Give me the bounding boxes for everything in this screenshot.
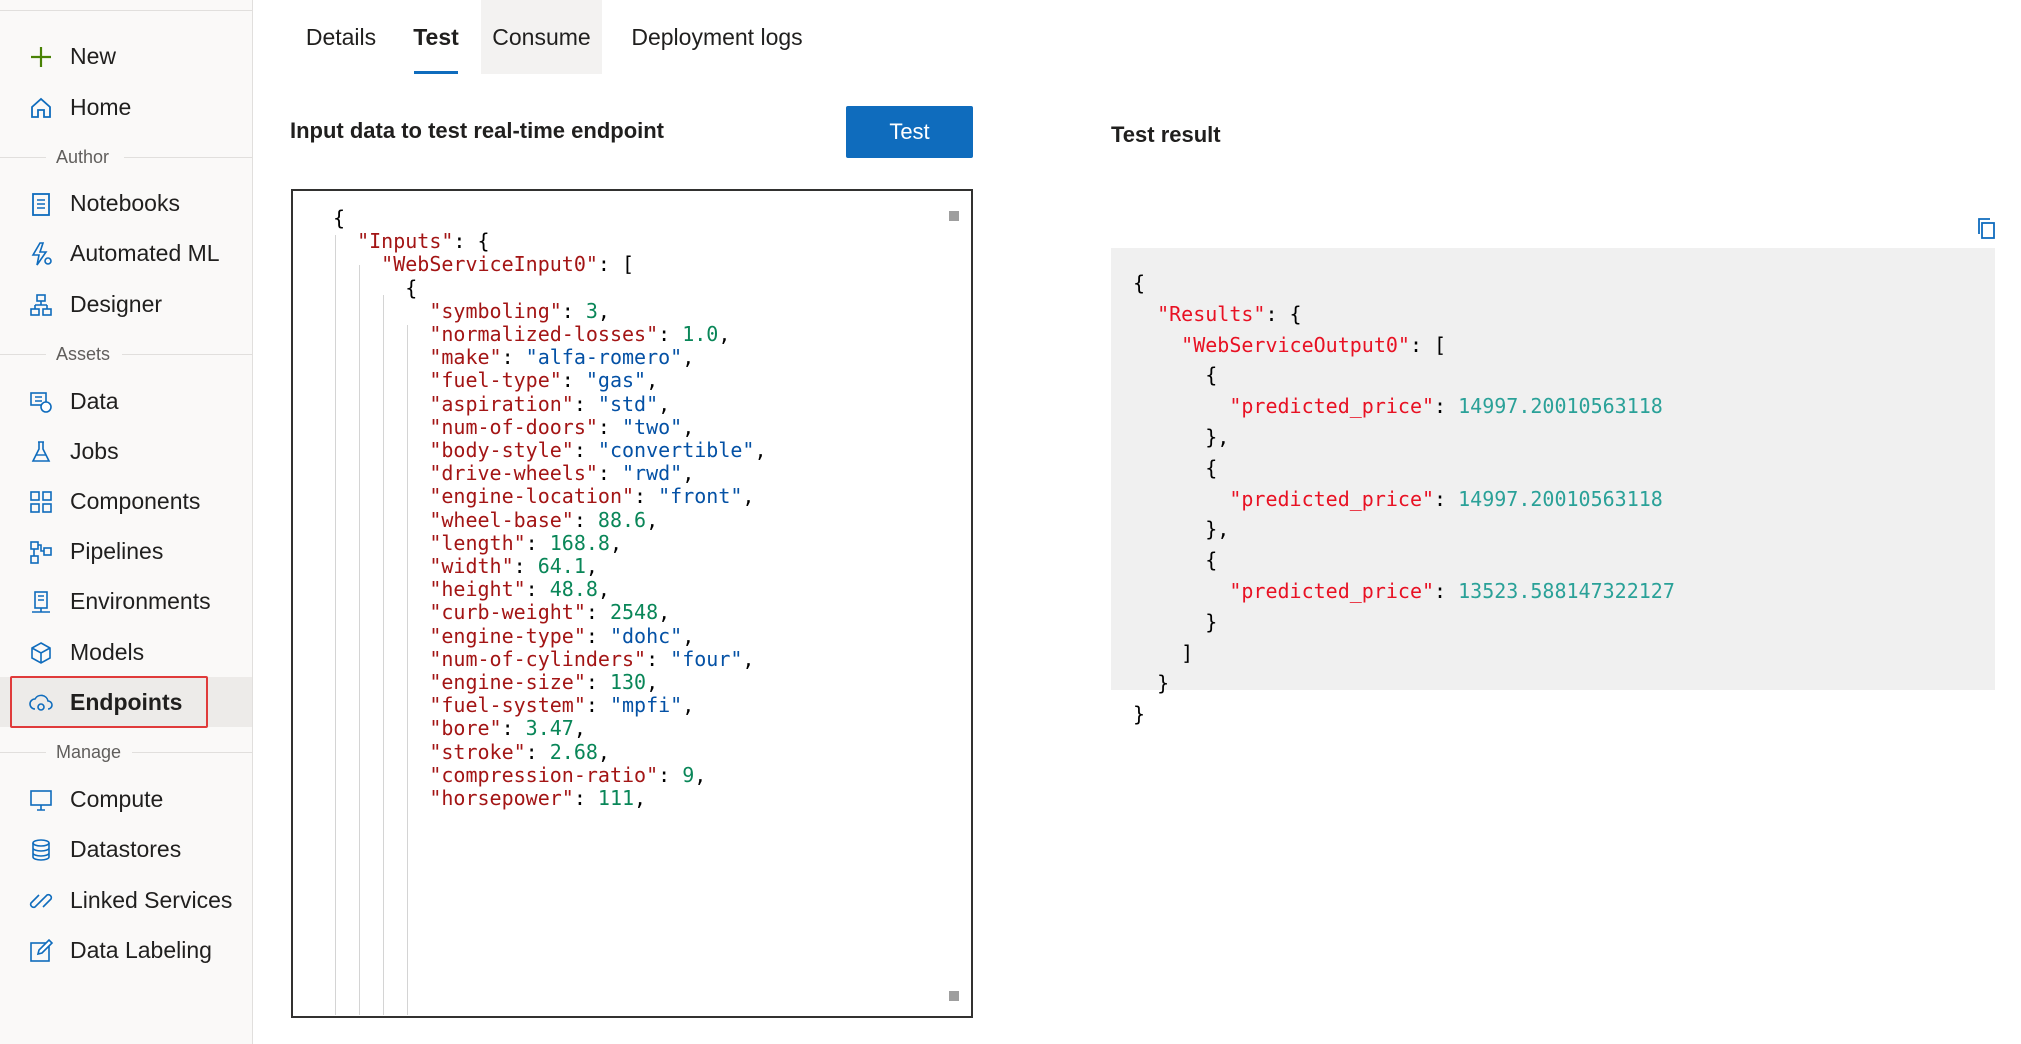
sidebar-top-divider (0, 10, 252, 11)
code-line: { (1205, 363, 1218, 388)
designer-icon (28, 292, 54, 318)
tab-test[interactable]: Test (404, 0, 468, 74)
scrollbar-top-mark[interactable] (949, 211, 959, 221)
sidebar-item-label: Compute (70, 785, 164, 812)
sidebar-item-label: Pipelines (70, 537, 164, 564)
code-line: { (1133, 271, 1146, 295)
sidebar-item-label: Home (70, 93, 132, 120)
sidebar-item-jobs[interactable]: Jobs (0, 426, 252, 476)
tab-details[interactable]: Details (290, 0, 392, 74)
sidebar-item-data[interactable]: Data (0, 376, 252, 426)
code-line: "Results": { (1157, 301, 1302, 326)
section-title: Author (56, 147, 110, 167)
sidebar-item-label: Components (70, 487, 201, 514)
sidebar-item-label: Models (70, 638, 145, 665)
tab-label: Consume (492, 23, 591, 50)
flask-icon (28, 439, 54, 465)
section-title: Manage (56, 742, 122, 762)
copy-icon[interactable] (1975, 216, 1997, 240)
tab-deployment-logs[interactable]: Deployment logs (622, 0, 812, 74)
sidebar-item-label: Data Labeling (70, 936, 212, 963)
tab-label: Test (413, 23, 459, 50)
sidebar-item-automated-ml[interactable]: Automated ML (0, 228, 252, 278)
sidebar-item-label: Notebooks (70, 189, 180, 216)
environments-icon (28, 589, 54, 615)
link-icon (28, 888, 54, 914)
tab-label: Details (305, 23, 377, 50)
input-section-title: Input data to test real-time endpoint (290, 118, 665, 143)
active-tab-indicator (414, 71, 458, 74)
sidebar-item-label: Automated ML (70, 239, 220, 266)
sidebar-item-compute[interactable]: Compute (0, 774, 252, 824)
code-line: "WebServiceOutput0": [ (1181, 332, 1447, 357)
code-line: { (1205, 455, 1218, 480)
scrollbar-bottom-mark[interactable] (949, 991, 959, 1001)
components-icon (28, 489, 54, 515)
sidebar-item-label: New (70, 42, 117, 69)
sidebar-item-label: Designer (70, 290, 163, 317)
result-section-title: Test result (1111, 122, 1221, 147)
tab-consume[interactable]: Consume (481, 0, 602, 74)
code-line: } (1157, 671, 1170, 696)
pipelines-icon (28, 539, 54, 565)
sidebar-item-label: Datastores (70, 835, 182, 862)
code-line: ] (1181, 640, 1194, 665)
sidebar: New Home Author Notebooks Automated ML D… (0, 0, 253, 1044)
sidebar-item-designer[interactable]: Designer (0, 279, 252, 329)
sidebar-item-label: Data (70, 387, 119, 414)
sidebar-item-linked-services[interactable]: Linked Services (0, 875, 252, 925)
sidebar-item-home[interactable]: Home (0, 82, 252, 132)
code-line: "horsepower": 111, (429, 786, 647, 810)
data-icon (28, 389, 54, 415)
test-button[interactable]: Test (846, 106, 973, 158)
sidebar-item-data-labeling[interactable]: Data Labeling (0, 925, 252, 975)
sidebar-item-environments[interactable]: Environments (0, 576, 252, 626)
section-author: Author (0, 147, 252, 167)
result-json-output: { "Results": { "WebServiceOutput0": [ { … (1111, 248, 1995, 726)
sidebar-item-label: Environments (70, 587, 211, 614)
section-manage: Manage (0, 742, 252, 762)
input-json-editor[interactable]: { "Inputs": { "WebServiceInput0": [ { "s… (291, 189, 973, 1018)
sidebar-item-components[interactable]: Components (0, 476, 252, 526)
sidebar-item-notebooks[interactable]: Notebooks (0, 178, 252, 228)
sidebar-item-datastores[interactable]: Datastores (0, 824, 252, 874)
code-line: { (1205, 548, 1218, 573)
sidebar-item-label: Linked Services (70, 886, 233, 913)
code-line: } (1133, 702, 1146, 727)
section-assets: Assets (0, 344, 252, 364)
code-line: "predicted_price": 14997.20010563118 (1229, 394, 1663, 419)
database-icon (28, 837, 54, 863)
edit-icon (28, 938, 54, 964)
code-line: "predicted_price": 13523.588147322127 (1229, 579, 1675, 603)
plus-icon (28, 44, 54, 70)
code-line: "predicted_price": 14997.20010563118 (1229, 486, 1663, 511)
code-line: }, (1205, 425, 1230, 449)
sidebar-item-models[interactable]: Models (0, 627, 252, 677)
highlight-box (10, 676, 208, 728)
sidebar-item-new[interactable]: New (0, 31, 252, 81)
monitor-icon (28, 787, 54, 813)
cube-icon (28, 640, 54, 666)
code-line: } (1205, 609, 1218, 634)
section-title: Assets (56, 344, 111, 364)
home-icon (28, 95, 54, 121)
sidebar-item-label: Jobs (70, 437, 119, 464)
code-line: }, (1205, 517, 1230, 542)
notebook-icon (28, 191, 54, 217)
sidebar-item-pipelines[interactable]: Pipelines (0, 526, 252, 576)
tab-label: Deployment logs (631, 23, 803, 50)
automated-ml-icon (28, 241, 54, 267)
